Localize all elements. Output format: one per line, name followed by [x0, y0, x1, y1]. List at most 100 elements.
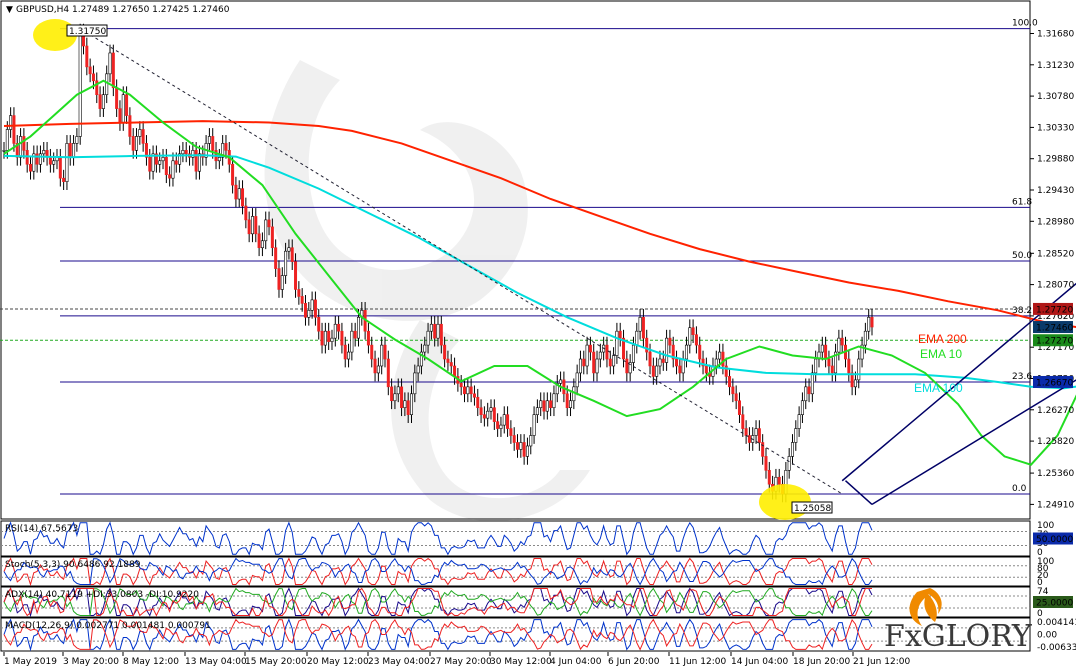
candle-body — [277, 268, 281, 290]
candle-body — [549, 400, 553, 409]
candle-body — [810, 372, 814, 395]
candle-body — [847, 358, 851, 374]
high-label: 1.31750 — [69, 27, 106, 37]
candle-body — [138, 129, 142, 137]
legend-ema-10: EMA 10 — [920, 347, 962, 361]
candle-body — [406, 400, 410, 415]
candle-body — [747, 435, 751, 443]
candle-body — [267, 219, 271, 228]
candle-body — [257, 233, 261, 249]
candle-body — [115, 87, 119, 109]
candle-body — [532, 414, 536, 436]
subwindow-label: Stoch(5,3,3) 90.6486 92.1889 — [5, 560, 141, 570]
candle-body — [237, 188, 241, 200]
candle-body — [684, 344, 688, 360]
candle-body — [704, 365, 708, 374]
x-tick-label: 4 Jun 04:00 — [550, 657, 602, 667]
candle-body — [380, 344, 384, 367]
x-tick-label: 30 May 12:00 — [490, 657, 552, 667]
candle-body — [655, 365, 659, 377]
brand-text: FxGLORY — [884, 619, 1033, 654]
candle-body — [22, 136, 26, 151]
candle-body — [728, 376, 732, 388]
candle-body — [688, 327, 692, 346]
x-tick-label: 27 May 20:00 — [430, 657, 492, 667]
candle-body — [741, 414, 745, 429]
candle-body — [300, 296, 304, 304]
candle-body — [383, 344, 387, 360]
subwindow-scale-label: -0.006336 — [1037, 643, 1076, 653]
candle-body — [287, 247, 291, 252]
candle-body — [439, 323, 443, 346]
symbol-arrow: ▼ — [6, 5, 13, 15]
x-tick-label: 1 May 2019 — [4, 657, 57, 667]
subwindow-label: ADX(14) 40.7119 +DI:33.0803 -DI:10.9220 — [5, 590, 199, 600]
candle-body — [698, 344, 702, 360]
candle-body — [68, 143, 72, 158]
candle-body — [108, 52, 112, 75]
candle-body — [353, 330, 357, 339]
candle-body — [721, 351, 725, 367]
candle-body — [197, 153, 201, 172]
candle-body — [343, 344, 347, 360]
candle-body — [409, 393, 413, 415]
fib-level-label: 61.8 — [1012, 197, 1032, 207]
candle-body — [280, 275, 284, 290]
candle-body — [396, 386, 400, 395]
candle-body — [320, 330, 324, 346]
candle-body — [247, 219, 251, 235]
subwindow-scale-label: 74 — [1037, 587, 1049, 597]
candle-body — [436, 323, 440, 339]
candle-body — [569, 400, 573, 409]
candle-body — [373, 358, 377, 374]
candle-body — [794, 428, 798, 443]
candle-body — [207, 136, 211, 144]
candle-body — [800, 400, 804, 415]
x-tick-label: 23 May 04:00 — [368, 657, 430, 667]
candle-body — [264, 219, 268, 242]
y-axis: 1.31680 1.31230 1.30780 1.30330 1.29880 1.294… — [1030, 30, 1074, 510]
candle-body — [224, 143, 228, 151]
candle-body — [469, 386, 473, 395]
candle-body — [9, 115, 13, 130]
candle-body — [463, 386, 467, 395]
candle-body — [615, 330, 619, 356]
subwindow-scale-label: 0.004141 — [1037, 618, 1076, 628]
y-tick-label: 1.25360 — [1037, 469, 1074, 479]
candle-body — [790, 442, 794, 457]
candle-body — [174, 160, 178, 165]
candle-body — [651, 365, 655, 377]
candle-body — [313, 299, 317, 318]
subwindow-frame — [0, 520, 1031, 557]
y-tick-label: 1.28520 — [1037, 249, 1074, 259]
candle-body — [194, 150, 198, 172]
candle-body — [297, 289, 301, 297]
candle-body — [433, 323, 437, 339]
candle-body — [241, 188, 245, 207]
candle-body — [519, 442, 523, 450]
candle-body — [863, 330, 867, 346]
candle-body — [542, 400, 546, 412]
subwindow-badge-text: 50.0000 — [1036, 535, 1073, 545]
y-tick-label: 1.26270 — [1037, 406, 1074, 416]
candle-body — [38, 153, 42, 165]
candle-body — [767, 470, 771, 485]
candle-body — [559, 379, 563, 384]
candle-body — [718, 351, 722, 360]
candle-body — [171, 160, 175, 179]
candle-body — [307, 310, 311, 318]
candle-body — [323, 330, 327, 346]
candle-body — [631, 344, 635, 363]
candle-body — [658, 358, 662, 367]
candle-body — [814, 358, 818, 374]
candle-body — [2, 150, 6, 152]
candle-body — [516, 442, 520, 450]
candle-body — [5, 129, 9, 151]
candle-body — [184, 150, 188, 155]
candle-body — [486, 410, 490, 419]
x-tick-label: 11 Jun 12:00 — [669, 657, 726, 667]
candle-body — [290, 247, 294, 262]
candle-body — [575, 372, 579, 388]
candle-body — [118, 108, 122, 123]
y-tick-label: 1.30780 — [1037, 92, 1074, 102]
